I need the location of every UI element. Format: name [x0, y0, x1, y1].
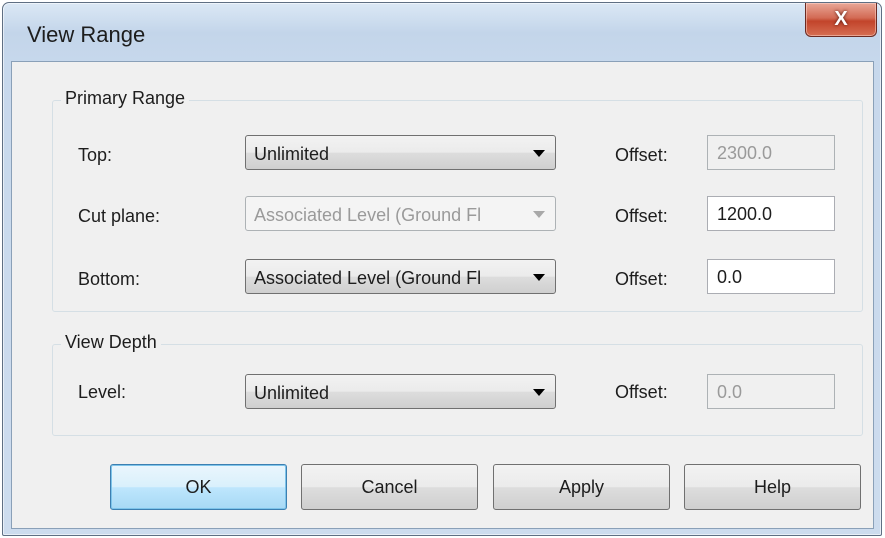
top-label: Top:: [78, 145, 113, 165]
chevron-down-icon: [533, 211, 545, 218]
cut-plane-level-combo-value: Associated Level (Ground Fl: [254, 205, 482, 225]
bottom-level-combo-value: Associated Level (Ground Fl: [254, 268, 482, 288]
bottom-level-combo[interactable]: Associated Level (Ground Fl: [245, 259, 556, 294]
close-icon: X: [834, 8, 848, 30]
top-offset-field: 2300.0: [707, 135, 835, 170]
chevron-down-icon: [533, 150, 545, 157]
view-depth-group-label: View Depth: [61, 332, 161, 353]
apply-button[interactable]: Apply: [493, 464, 670, 510]
dialog-title: View Range: [27, 22, 146, 47]
ok-button[interactable]: OK: [110, 464, 287, 510]
chevron-down-icon: [533, 274, 545, 281]
bottom-label: Bottom:: [78, 269, 141, 289]
depth-level-label: Level:: [78, 382, 127, 402]
dialog-client-area: Primary Range Top: Unlimited Offset: 230…: [11, 61, 874, 529]
depth-level-combo-value: Unlimited: [254, 383, 330, 403]
chevron-down-icon: [533, 389, 545, 396]
cut-plane-offset-label: Offset:: [615, 206, 668, 226]
top-offset-label: Offset:: [615, 145, 668, 165]
close-button[interactable]: X: [805, 3, 877, 37]
depth-offset-label: Offset:: [615, 382, 668, 402]
bottom-offset-label: Offset:: [615, 269, 668, 289]
view-range-dialog: View Range X Primary Range Top: Unlimite…: [2, 2, 882, 536]
help-button[interactable]: Help: [684, 464, 861, 510]
bottom-offset-field[interactable]: 0.0: [707, 259, 835, 294]
top-level-combo[interactable]: Unlimited: [245, 135, 556, 170]
cancel-button[interactable]: Cancel: [301, 464, 478, 510]
depth-offset-field: 0.0: [707, 374, 835, 409]
primary-range-group-label: Primary Range: [61, 88, 190, 109]
cut-plane-level-combo: Associated Level (Ground Fl: [245, 196, 556, 231]
depth-level-combo[interactable]: Unlimited: [245, 374, 556, 409]
cut-plane-offset-field[interactable]: 1200.0: [707, 196, 835, 231]
cut-plane-label: Cut plane:: [78, 206, 161, 226]
top-level-combo-value: Unlimited: [254, 144, 330, 164]
